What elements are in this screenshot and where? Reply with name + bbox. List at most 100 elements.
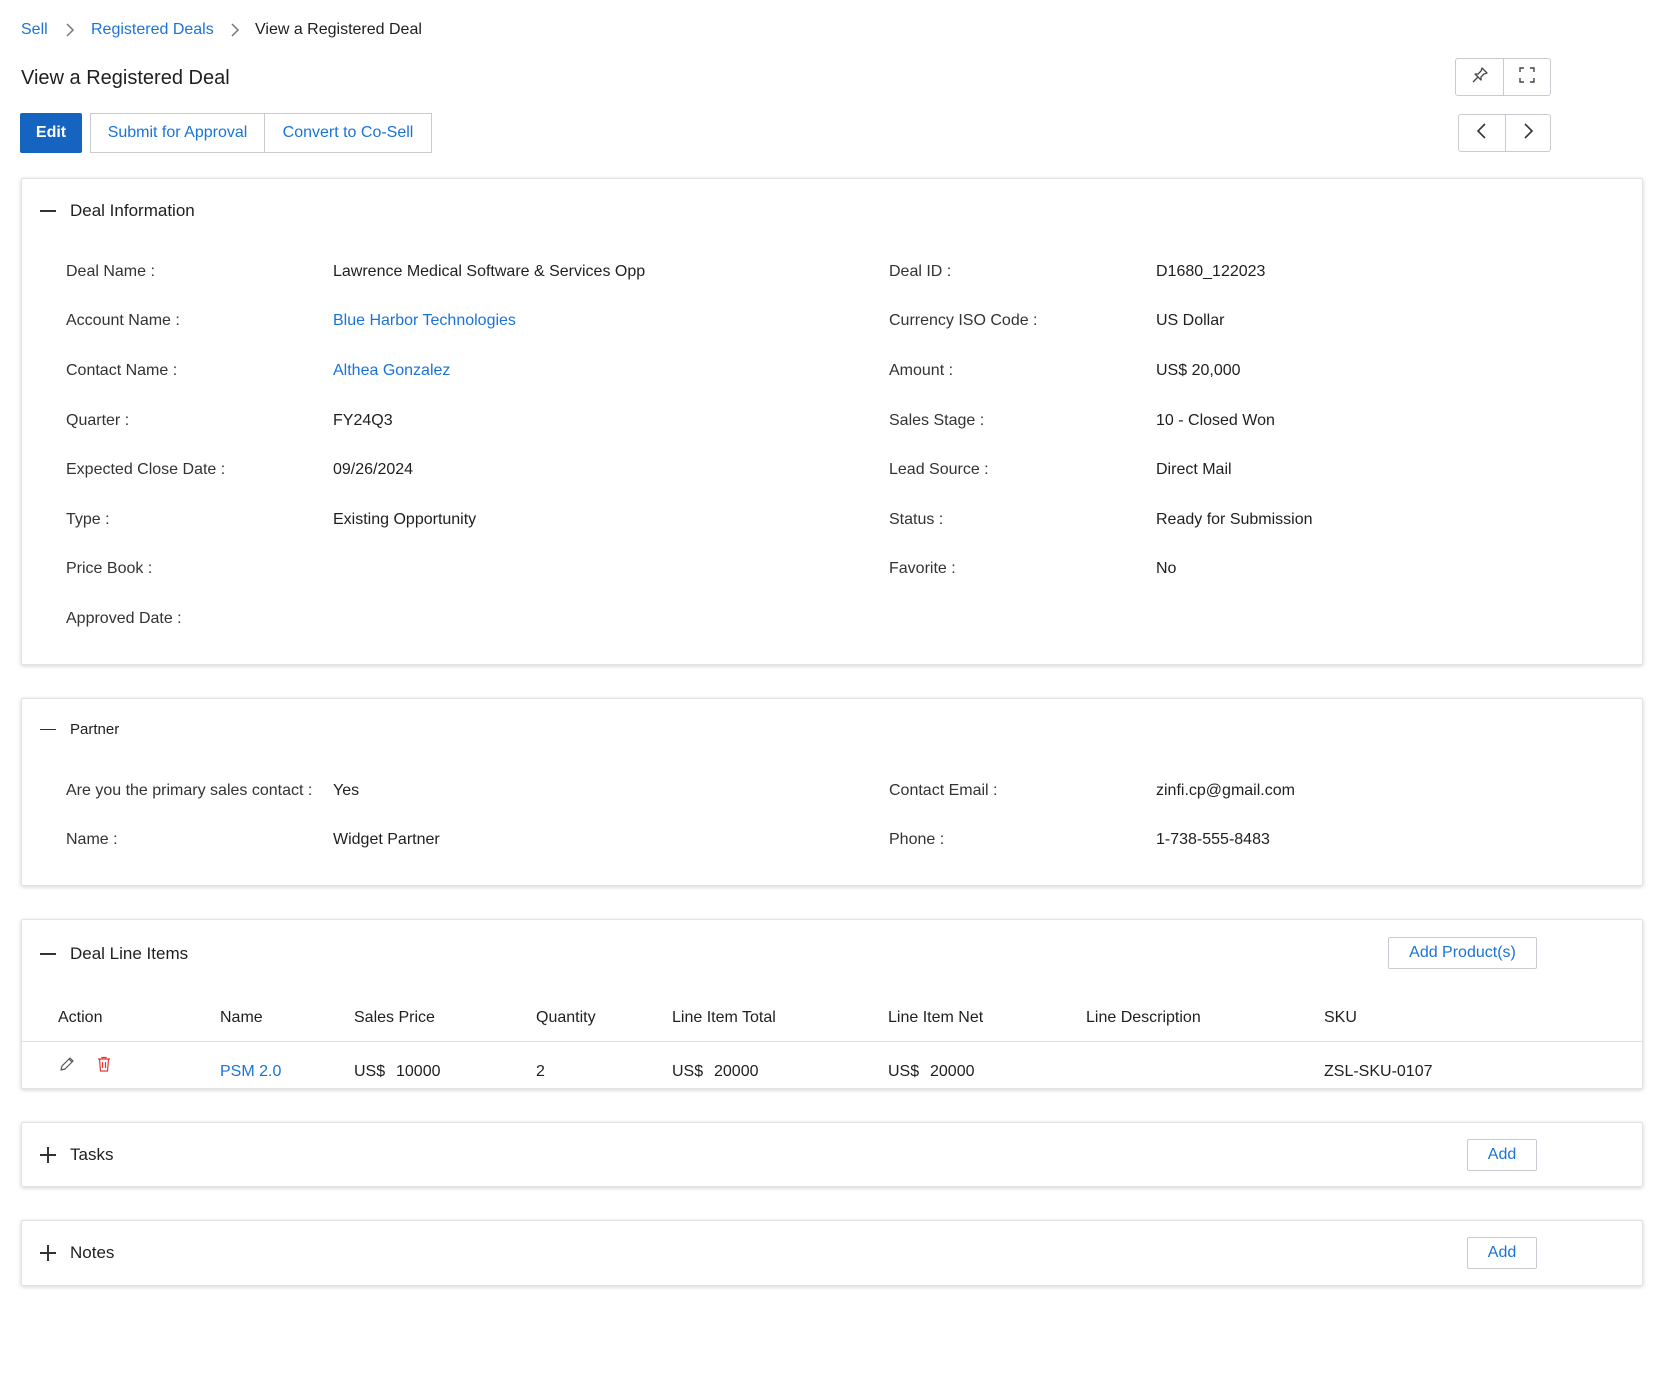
line-item-total-value: 20000 xyxy=(714,1063,759,1080)
column-header[interactable]: Line Item Net xyxy=(888,1009,983,1027)
column-header[interactable]: Sales Price xyxy=(354,1009,435,1027)
fullscreen-button[interactable] xyxy=(1503,59,1550,95)
column-header: Action xyxy=(58,1009,103,1026)
column-header[interactable]: Name xyxy=(220,1009,263,1027)
partner-panel: Partner Are you the primary sales contac… xyxy=(21,698,1643,886)
status-value: Ready for Submission xyxy=(1156,511,1313,528)
edit-row-button[interactable] xyxy=(58,1055,76,1078)
partner-name-value: Widget Partner xyxy=(333,831,440,848)
deal-line-items-header[interactable]: Deal Line Items xyxy=(40,944,188,964)
primary-sales-contact-label: Are you the primary sales contact : xyxy=(66,782,313,799)
column-header[interactable]: Line Description xyxy=(1086,1009,1201,1027)
primary-sales-contact-value: Yes xyxy=(333,782,360,799)
line-item-total-currency: US$ xyxy=(672,1063,704,1080)
sales-stage-label: Sales Stage : xyxy=(889,412,985,429)
notes-header[interactable]: Notes xyxy=(40,1243,114,1263)
type-value: Existing Opportunity xyxy=(333,511,477,528)
add-products-button[interactable]: Add Product(s) xyxy=(1388,937,1537,969)
breadcrumb-registered-deals[interactable]: Registered Deals xyxy=(91,20,214,40)
column-header[interactable]: Line Item Total xyxy=(672,1009,776,1027)
expand-icon[interactable] xyxy=(40,1245,56,1261)
contact-name-link[interactable]: Althea Gonzalez xyxy=(333,362,450,380)
sku-value: ZSL-SKU-0107 xyxy=(1324,1063,1433,1080)
section-title: Partner xyxy=(70,721,120,738)
account-name-label: Account Name : xyxy=(66,312,180,329)
collapse-icon[interactable] xyxy=(40,946,56,962)
collapse-icon[interactable] xyxy=(40,203,56,219)
next-record-button[interactable] xyxy=(1504,115,1551,151)
record-navigation xyxy=(1458,114,1551,152)
sales-price-currency: US$ xyxy=(354,1063,386,1080)
notes-panel: Notes Add xyxy=(21,1220,1643,1286)
amount-label: Amount : xyxy=(889,362,954,379)
quarter-label: Quarter : xyxy=(66,412,130,429)
chevron-right-icon xyxy=(225,20,245,40)
approved-date-label: Approved Date : xyxy=(66,610,182,627)
favorite-value: No xyxy=(1156,560,1177,577)
add-note-button[interactable]: Add xyxy=(1467,1237,1537,1269)
collapse-icon[interactable] xyxy=(40,722,56,738)
currency-iso-code-value: US Dollar xyxy=(1156,312,1225,329)
favorite-label: Favorite : xyxy=(889,560,956,577)
lead-source-label: Lead Source : xyxy=(889,461,989,478)
line-item-net-currency: US$ xyxy=(888,1063,920,1080)
expected-close-date-label: Expected Close Date : xyxy=(66,461,226,478)
breadcrumb-current: View a Registered Deal xyxy=(255,21,422,38)
deal-information-panel: Deal Information Deal Name : Lawrence Me… xyxy=(21,178,1643,665)
pin-button[interactable] xyxy=(1456,59,1503,95)
phone-label: Phone : xyxy=(889,831,945,848)
convert-to-cosell-button[interactable]: Convert to Co-Sell xyxy=(264,113,432,153)
deal-line-items-panel: Deal Line Items Add Product(s) Action Na… xyxy=(21,919,1643,1089)
trash-icon xyxy=(95,1056,113,1077)
amount-value: US$ 20,000 xyxy=(1156,362,1241,379)
section-title: Tasks xyxy=(70,1145,114,1164)
currency-iso-code-label: Currency ISO Code : xyxy=(889,312,1038,329)
delete-row-button[interactable] xyxy=(95,1055,113,1078)
partner-name-label: Name : xyxy=(66,831,118,848)
previous-record-button[interactable] xyxy=(1459,115,1505,151)
chevron-left-icon xyxy=(1473,122,1491,145)
line-item-name-link[interactable]: PSM 2.0 xyxy=(220,1063,281,1081)
table-divider xyxy=(22,1041,1642,1042)
lead-source-value: Direct Mail xyxy=(1156,461,1232,478)
price-book-label: Price Book : xyxy=(66,560,153,577)
fullscreen-icon xyxy=(1518,66,1536,89)
partner-header[interactable]: Partner xyxy=(40,721,119,738)
deal-id-value: D1680_122023 xyxy=(1156,263,1266,280)
quarter-value: FY24Q3 xyxy=(333,412,393,429)
chevron-right-icon xyxy=(60,20,80,40)
expected-close-date-value: 09/26/2024 xyxy=(333,461,414,478)
chevron-right-icon xyxy=(1519,122,1537,145)
type-label: Type : xyxy=(66,511,110,528)
view-controls xyxy=(1455,58,1551,96)
deal-name-value: Lawrence Medical Software & Services Opp xyxy=(333,263,646,280)
deal-information-header[interactable]: Deal Information xyxy=(40,201,195,221)
section-title: Deal Line Items xyxy=(70,944,189,963)
contact-email-label: Contact Email : xyxy=(889,782,998,799)
column-header[interactable]: Quantity xyxy=(536,1009,596,1027)
line-item-net-value: 20000 xyxy=(930,1063,975,1080)
sales-stage-value: 10 - Closed Won xyxy=(1156,412,1275,429)
deal-name-label: Deal Name : xyxy=(66,263,155,280)
quantity-value: 2 xyxy=(536,1063,545,1080)
pin-icon xyxy=(1471,66,1489,89)
sales-price-value: 10000 xyxy=(396,1063,441,1080)
contact-email-value: zinfi.cp@gmail.com xyxy=(1156,782,1295,799)
breadcrumb-sell[interactable]: Sell xyxy=(21,20,48,40)
add-task-button[interactable]: Add xyxy=(1467,1139,1537,1171)
page-title: View a Registered Deal xyxy=(21,67,230,89)
tasks-panel: Tasks Add xyxy=(21,1122,1643,1187)
tasks-header[interactable]: Tasks xyxy=(40,1145,113,1165)
status-label: Status : xyxy=(889,511,944,528)
section-title: Notes xyxy=(70,1243,115,1262)
pencil-icon xyxy=(58,1057,76,1077)
deal-id-label: Deal ID : xyxy=(889,263,952,280)
contact-name-label: Contact Name : xyxy=(66,362,178,379)
edit-button[interactable]: Edit xyxy=(20,113,82,153)
account-name-link[interactable]: Blue Harbor Technologies xyxy=(333,312,516,330)
submit-for-approval-button[interactable]: Submit for Approval xyxy=(90,113,265,153)
expand-icon[interactable] xyxy=(40,1147,56,1163)
column-header[interactable]: SKU xyxy=(1324,1009,1357,1027)
section-title: Deal Information xyxy=(70,201,195,220)
phone-value: 1-738-555-8483 xyxy=(1156,831,1270,848)
